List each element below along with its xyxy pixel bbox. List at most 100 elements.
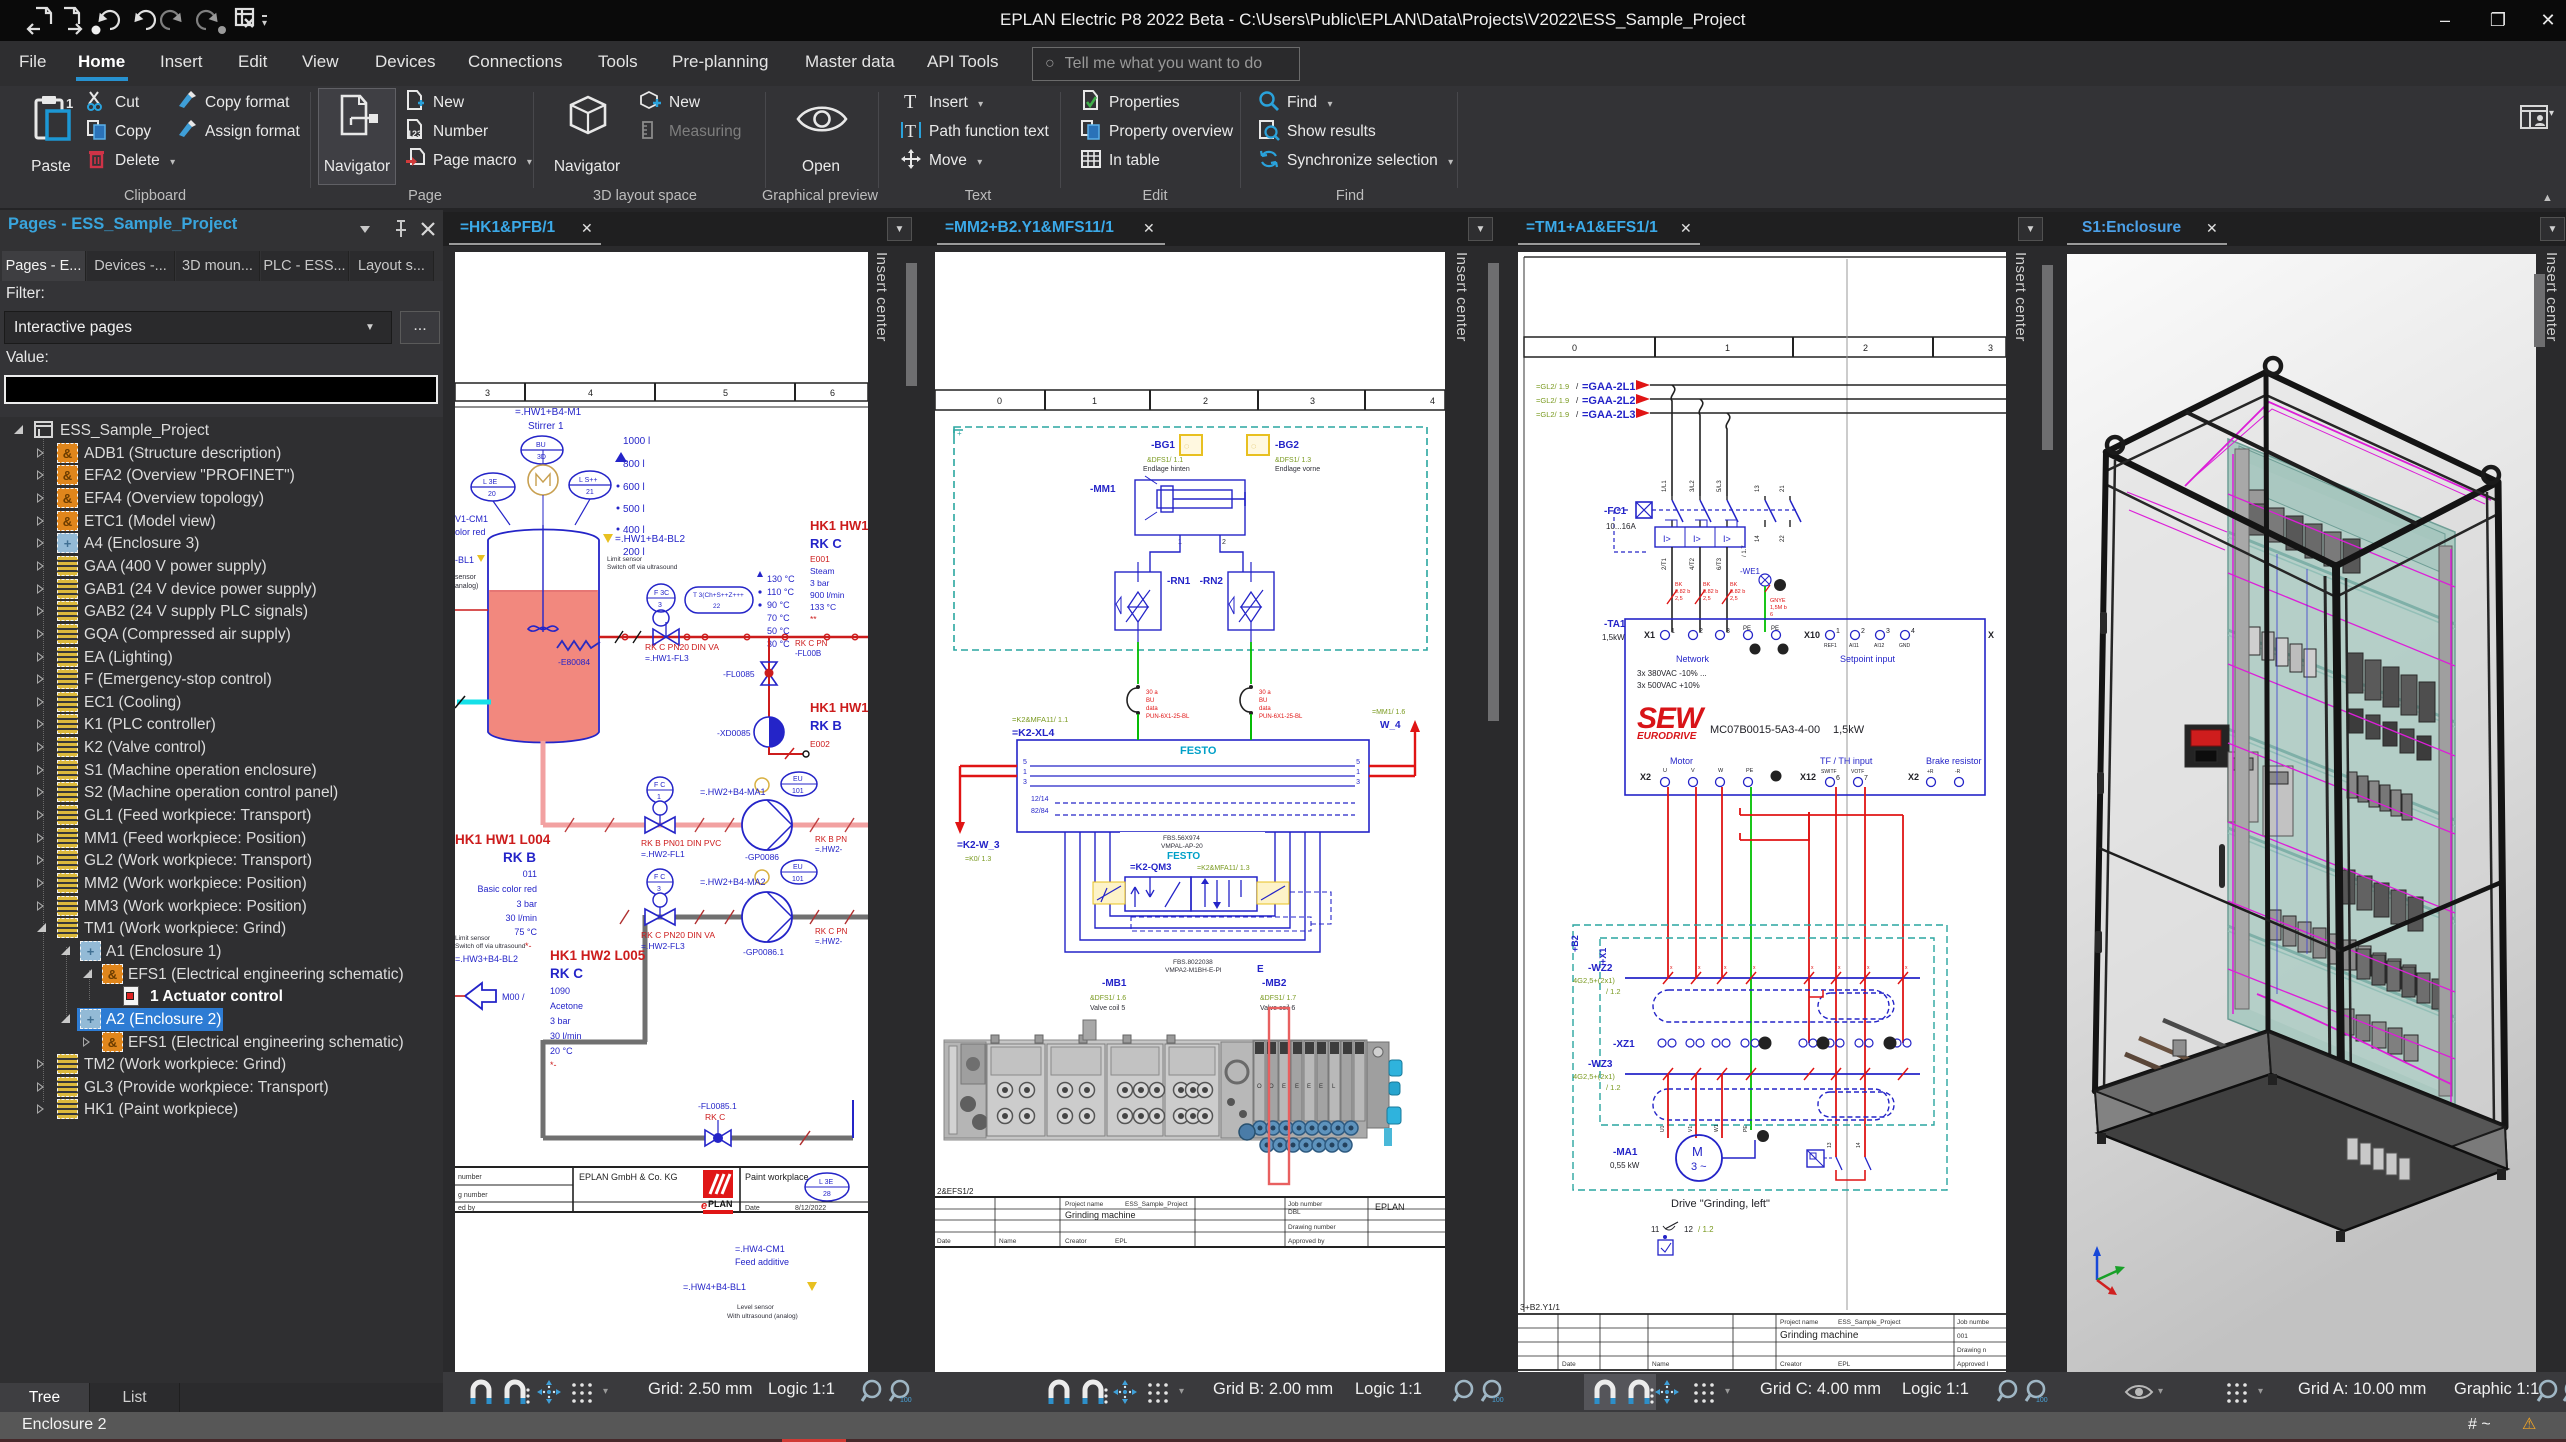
- svg-text:T 3(Ch+S++Z+++: T 3(Ch+S++Z+++: [693, 592, 744, 599]
- svg-text:90 °C: 90 °C: [767, 600, 790, 610]
- svg-text:RK B: RK B: [810, 718, 842, 733]
- svg-text:GND: GND: [1899, 643, 1911, 649]
- svg-text:Project name: Project name: [1065, 1201, 1104, 1208]
- svg-text:TF / TH input: TF / TH input: [1820, 756, 1873, 766]
- svg-text:20: 20: [488, 491, 496, 498]
- svg-text:AI12: AI12: [1874, 643, 1885, 649]
- svg-text:I>: I>: [1723, 534, 1731, 544]
- svg-text:130 °C: 130 °C: [767, 574, 795, 584]
- svg-text:&DFS1/ 1.3: &DFS1/ 1.3: [1275, 457, 1311, 464]
- svg-text:X10: X10: [1804, 630, 1820, 640]
- svg-text:12: 12: [1684, 1225, 1693, 1234]
- svg-text:x: x: [1698, 965, 1701, 971]
- svg-text:=.HW2-FL3: =.HW2-FL3: [641, 941, 685, 951]
- svg-text:I>: I>: [1663, 534, 1671, 544]
- svg-text:101: 101: [792, 788, 804, 795]
- svg-text:6/T3: 6/T3: [1717, 557, 1723, 570]
- svg-text:Job numbe: Job numbe: [1957, 1319, 1990, 1326]
- svg-text:=K2-XL4: =K2-XL4: [1012, 727, 1054, 739]
- svg-text:/ 1.2: / 1.2: [1606, 1083, 1621, 1092]
- svg-text:1090: 1090: [550, 986, 570, 996]
- svg-text:BU: BU: [536, 442, 546, 449]
- svg-text:1,5kW: 1,5kW: [1602, 633, 1625, 642]
- svg-text:-BL1: -BL1: [455, 555, 474, 565]
- svg-text:0: 0: [1572, 343, 1577, 353]
- svg-text:-FL0085: -FL0085: [723, 669, 755, 679]
- svg-text:PE: PE: [1743, 626, 1751, 632]
- svg-text:1: 1: [1356, 769, 1360, 776]
- svg-text:=K0/ 1.3: =K0/ 1.3: [965, 856, 991, 863]
- svg-text:=GAA-2L1: =GAA-2L1: [1582, 381, 1636, 393]
- svg-text:HK1 HW1 L: HK1 HW1 L: [810, 700, 868, 715]
- svg-text:3: 3: [1886, 628, 1890, 635]
- svg-text:O: O: [1257, 1084, 1262, 1090]
- svg-text:-MB1: -MB1: [1102, 978, 1127, 989]
- svg-text:EPLAN: EPLAN: [1375, 1202, 1405, 1212]
- svg-text:MC07B0015-5A3-4-00: MC07B0015-5A3-4-00: [1710, 724, 1820, 736]
- svg-text:FESTO: FESTO: [1167, 851, 1200, 862]
- svg-text:L S++: L S++: [579, 477, 597, 484]
- svg-text:V1-CM1: V1-CM1: [455, 514, 488, 524]
- svg-text:RK C PN: RK C PN: [815, 927, 848, 936]
- svg-text:g number: g number: [458, 1192, 488, 1199]
- svg-text:3x 500VAC +10%: 3x 500VAC +10%: [1637, 681, 1700, 690]
- svg-text:L 3E: L 3E: [819, 1179, 833, 1186]
- svg-text:BK: BK: [1703, 582, 1711, 588]
- svg-text:T: T: [905, 121, 916, 141]
- svg-text:=K2&MFA11/ 1.1: =K2&MFA11/ 1.1: [1012, 715, 1068, 724]
- svg-text:100: 100: [900, 1397, 912, 1404]
- svg-text:X: X: [1988, 630, 1994, 640]
- svg-text:+B2: +B2: [1570, 935, 1580, 952]
- svg-text:Project name: Project name: [1780, 1319, 1819, 1326]
- svg-text:30 a: 30 a: [1146, 690, 1158, 696]
- svg-text:1,5M b: 1,5M b: [1770, 605, 1787, 611]
- svg-text:5: 5: [723, 388, 728, 398]
- svg-text:=K2-W_3: =K2-W_3: [957, 840, 1000, 851]
- svg-text:U: U: [1663, 768, 1667, 774]
- svg-text:11: 11: [1651, 1225, 1660, 1234]
- svg-text:22: 22: [1780, 535, 1786, 542]
- svg-text:T: T: [904, 91, 916, 112]
- svg-text:Limit sensor: Limit sensor: [607, 556, 643, 563]
- svg-text:E: E: [1295, 1084, 1299, 1090]
- svg-text:-RN1: -RN1: [1167, 576, 1191, 587]
- svg-text:I>: I>: [1693, 534, 1701, 544]
- svg-text:101: 101: [792, 876, 804, 883]
- svg-text:Drawing number: Drawing number: [1288, 1224, 1337, 1231]
- svg-text:4: 4: [1911, 628, 1915, 635]
- svg-text:data: data: [1259, 706, 1271, 712]
- svg-text:DBL: DBL: [1288, 1209, 1301, 1216]
- svg-text:3/L2: 3/L2: [1690, 480, 1696, 492]
- svg-text:0: 0: [997, 396, 1002, 406]
- svg-text:Endlage vorne: Endlage vorne: [1275, 466, 1320, 473]
- svg-text:Limit sensor: Limit sensor: [455, 935, 491, 942]
- svg-text:3: 3: [1988, 343, 1993, 353]
- svg-text:=GAA-2L2: =GAA-2L2: [1582, 395, 1636, 407]
- svg-text:14: 14: [1755, 535, 1761, 542]
- svg-text:RK C PN20 DIN VA: RK C PN20 DIN VA: [645, 642, 719, 652]
- svg-text:2: 2: [1863, 343, 1868, 353]
- svg-text:-FC1: -FC1: [1604, 506, 1627, 517]
- svg-text:22: 22: [713, 603, 721, 610]
- svg-text:HK1 HW2 L005: HK1 HW2 L005: [550, 948, 646, 963]
- svg-text:3: 3: [1023, 779, 1027, 786]
- svg-text:Approved by: Approved by: [1288, 1238, 1325, 1245]
- svg-text:=GL2/ 1.9: =GL2/ 1.9: [1536, 382, 1569, 391]
- svg-text:REF1: REF1: [1824, 643, 1837, 649]
- svg-text:3 ~: 3 ~: [1691, 1161, 1707, 1173]
- svg-text:W1: W1: [1714, 1124, 1720, 1132]
- svg-text:900 l/min: 900 l/min: [810, 590, 845, 600]
- svg-text:ESS_Sample_Project: ESS_Sample_Project: [1838, 1319, 1901, 1326]
- svg-text:*-: *-: [525, 941, 532, 951]
- svg-text:4/T2: 4/T2: [1690, 557, 1696, 570]
- svg-text:=.HW2-: =.HW2-: [815, 845, 843, 854]
- svg-text:Endlage hinten: Endlage hinten: [1143, 466, 1190, 473]
- svg-text:HK1 HW1 L004: HK1 HW1 L004: [455, 832, 551, 847]
- svg-text:Date: Date: [937, 1238, 951, 1245]
- svg-text:FESTO: FESTO: [1180, 745, 1217, 757]
- svg-text:3 bar: 3 bar: [810, 578, 830, 588]
- svg-text:PUN-6X1-25-BL: PUN-6X1-25-BL: [1146, 714, 1190, 720]
- svg-text:x: x: [1905, 965, 1908, 971]
- svg-text:RK B PN: RK B PN: [815, 835, 847, 844]
- svg-text:PUN-6X1-25-BL: PUN-6X1-25-BL: [1259, 714, 1303, 720]
